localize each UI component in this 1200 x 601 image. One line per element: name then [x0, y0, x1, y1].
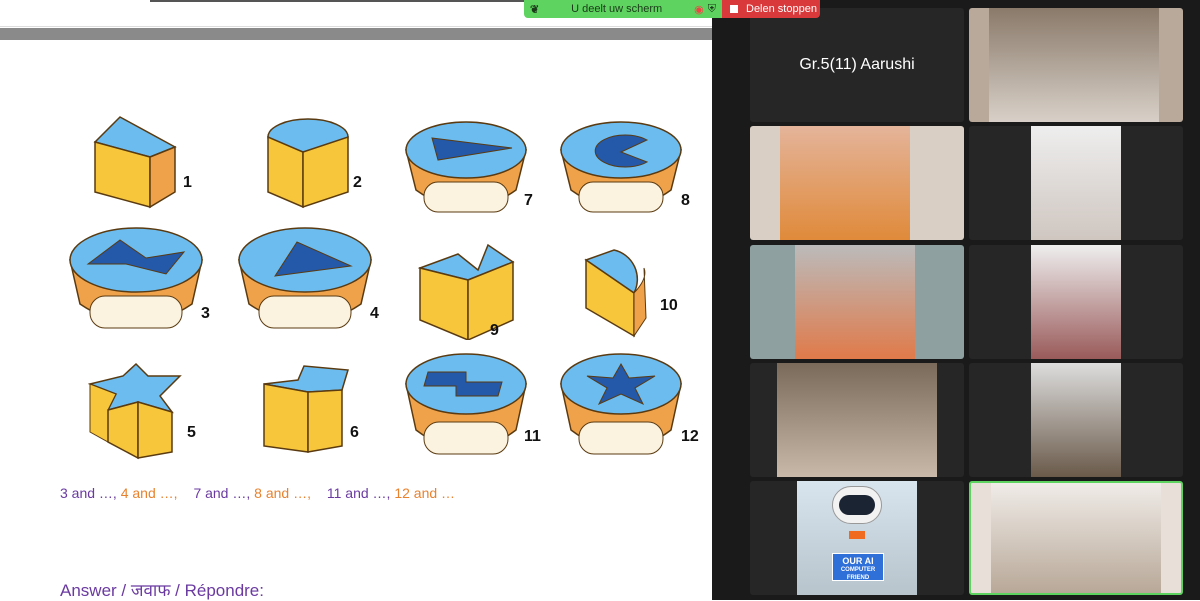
- participant-tile-video[interactable]: [969, 363, 1183, 477]
- shape-prism-10: [584, 249, 647, 338]
- shape-prism-2: [267, 118, 349, 209]
- stop-sharing-button[interactable]: Delen stoppen: [722, 0, 820, 18]
- shape-number: 1: [183, 174, 192, 191]
- screen-share-bar: ❦ U deelt uw scherm ◉ ⛨ Delen stoppen: [524, 0, 820, 18]
- share-status[interactable]: ❦ U deelt uw scherm ◉ ⛨: [524, 0, 722, 18]
- video-feed: [1031, 126, 1121, 240]
- pair-8: 8 and …,: [254, 485, 311, 501]
- participant-tile-video[interactable]: [969, 8, 1183, 122]
- stop-icon: [730, 5, 738, 13]
- shape-number: 5: [187, 424, 196, 441]
- shape-prism-9: [418, 243, 515, 340]
- pairs-prompt: 3 and …, 4 and …, 7 and …, 8 and …, 11 a…: [60, 485, 455, 501]
- pair-7: 7 and …,: [193, 485, 251, 501]
- participants-gallery: Gr.5(11) Aarushi OUR AI COMPUTER FRIEND: [712, 0, 1200, 600]
- video-feed: [795, 245, 915, 359]
- shield-icon[interactable]: ⛨: [708, 3, 716, 16]
- pair-11: 11 and …,: [326, 485, 391, 501]
- shape-number: 9: [490, 322, 499, 339]
- share-status-text: U deelt uw scherm: [571, 3, 663, 15]
- shape-number: 11: [524, 428, 541, 445]
- slide-toolbar: [0, 28, 712, 40]
- zoom-leaf-icon: ❦: [530, 3, 540, 16]
- shape-prism-5: [88, 362, 182, 460]
- participant-tile-robot[interactable]: OUR AI COMPUTER FRIEND: [750, 481, 964, 595]
- shape-number: 6: [350, 424, 359, 441]
- participant-tile-aarushi[interactable]: Gr.5(11) Aarushi: [750, 8, 964, 122]
- participant-tile-video[interactable]: [750, 126, 964, 240]
- video-feed: [989, 8, 1159, 122]
- shape-number: 2: [353, 174, 362, 191]
- pair-4: 4 and …,: [120, 485, 178, 501]
- robot-head: [832, 486, 882, 524]
- shape-number: 7: [524, 192, 533, 209]
- shape-cake-4: [238, 227, 372, 329]
- video-feed: [777, 363, 937, 477]
- record-icon[interactable]: ◉: [694, 3, 704, 16]
- video-feed: [1031, 363, 1121, 477]
- participant-name: Gr.5(11) Aarushi: [799, 56, 915, 73]
- shape-cake-11: [405, 353, 527, 455]
- shape-cake-12: [560, 353, 682, 455]
- shared-slide: 1 2 7 8 3 4 9 10 5 6 11 12 3 and …, 4 an…: [0, 0, 712, 600]
- shape-number: 12: [681, 428, 699, 445]
- participant-tile-video[interactable]: [969, 126, 1183, 240]
- shape-number: 4: [370, 305, 379, 322]
- video-feed: [991, 483, 1161, 593]
- robot-sign: OUR AI COMPUTER FRIEND: [832, 553, 884, 581]
- participant-tile-video[interactable]: [969, 245, 1183, 359]
- robot-bowtie: [849, 531, 865, 539]
- shape-number: 8: [681, 192, 690, 209]
- shape-prism-1: [93, 116, 177, 209]
- stop-sharing-label: Delen stoppen: [746, 3, 817, 15]
- participant-tile-video[interactable]: [750, 245, 964, 359]
- participant-tile-active-speaker[interactable]: [969, 481, 1183, 595]
- shape-prism-6: [263, 365, 349, 453]
- shape-number: 3: [201, 305, 210, 322]
- participant-tile-video[interactable]: [750, 363, 964, 477]
- shape-number: 10: [660, 297, 678, 314]
- shape-cake-7: [405, 121, 527, 213]
- answer-label: Answer / जवाफ / Répondre:: [60, 581, 264, 600]
- video-feed: [1031, 245, 1121, 359]
- video-feed: [780, 126, 910, 240]
- shape-cake-3: [69, 227, 203, 329]
- pair-3: 3 and …,: [60, 485, 117, 501]
- shape-cake-8: [560, 121, 682, 213]
- pair-12: 12 and …: [394, 485, 456, 501]
- video-feed: OUR AI COMPUTER FRIEND: [797, 481, 917, 595]
